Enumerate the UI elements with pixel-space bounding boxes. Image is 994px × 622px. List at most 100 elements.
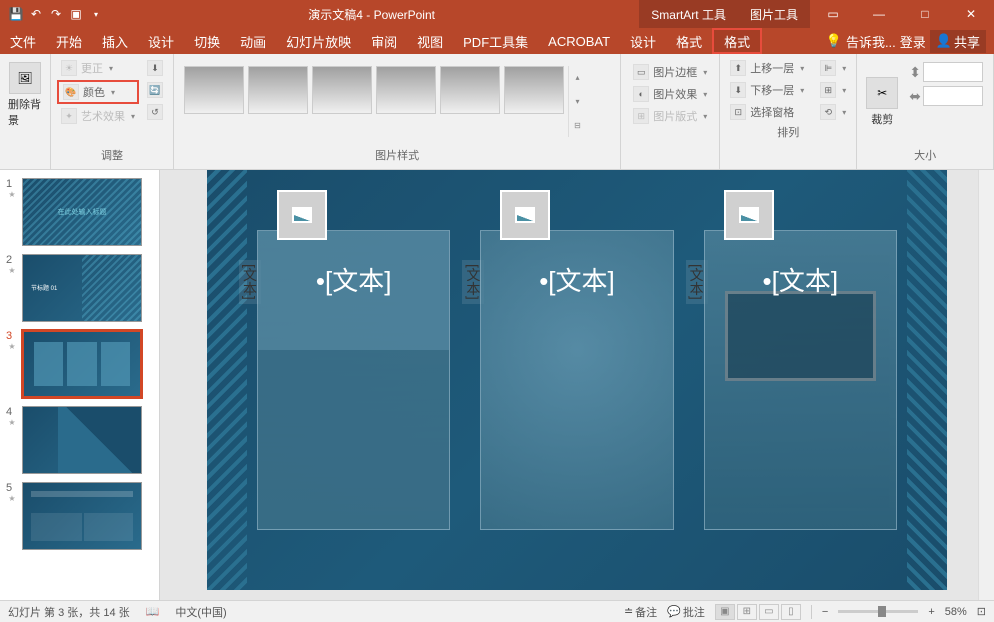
remove-background-button[interactable]: 🖼 删除背景 bbox=[6, 58, 44, 132]
menubar: 文件 开始 插入 设计 切换 动画 幻灯片放映 审阅 视图 PDF工具集 ACR… bbox=[0, 28, 994, 54]
spellcheck-icon[interactable]: 📖 bbox=[146, 605, 160, 618]
zoom-slider[interactable] bbox=[838, 610, 918, 613]
style-preview-6[interactable] bbox=[504, 66, 564, 114]
menu-acrobat[interactable]: ACROBAT bbox=[538, 28, 620, 54]
style-preview-3[interactable] bbox=[312, 66, 372, 114]
gallery-up-icon[interactable]: ▴ bbox=[571, 73, 584, 82]
style-preview-1[interactable] bbox=[184, 66, 244, 114]
chevron-down-icon: ▾ bbox=[131, 112, 135, 121]
minimize-icon[interactable]: — bbox=[856, 0, 902, 28]
normal-view-icon[interactable]: ▣ bbox=[715, 604, 735, 620]
align-icon: ⊫ bbox=[820, 60, 836, 76]
selection-pane-button[interactable]: ⊡ 选择窗格 bbox=[726, 102, 808, 122]
smartart-panel-3[interactable]: [文本] •[文本] bbox=[704, 210, 897, 530]
menu-slideshow[interactable]: 幻灯片放映 bbox=[276, 28, 361, 54]
picture-placeholder[interactable] bbox=[277, 190, 327, 240]
smartart-panel-2[interactable]: [文本] •[文本] bbox=[480, 210, 673, 530]
slide-thumb-1[interactable]: 在此处输入标题 bbox=[22, 178, 142, 246]
menu-picture-format[interactable]: 格式 bbox=[712, 28, 762, 54]
slide-sorter-view-icon[interactable]: ⊞ bbox=[737, 604, 757, 620]
undo-icon[interactable]: ↶ bbox=[28, 6, 44, 22]
bring-forward-button[interactable]: ⬆ 上移一层 ▾ bbox=[726, 58, 808, 78]
group-button[interactable]: ⊞▾ bbox=[816, 80, 850, 100]
share-button[interactable]: 👤 共享 bbox=[930, 30, 986, 53]
login-link[interactable]: 登录 bbox=[900, 32, 926, 51]
menu-pdftools[interactable]: PDF工具集 bbox=[453, 28, 538, 54]
smartart-tools-tab[interactable]: SmartArt 工具 bbox=[639, 0, 738, 28]
send-backward-button[interactable]: ⬇ 下移一层 ▾ bbox=[726, 80, 808, 100]
slide-thumb-4[interactable] bbox=[22, 406, 142, 474]
tell-me-input[interactable]: 告诉我... bbox=[846, 32, 896, 51]
width-input[interactable] bbox=[923, 86, 983, 106]
customize-qat-icon[interactable]: ▾ bbox=[88, 6, 104, 22]
picture-border-button[interactable]: ▭ 图片边框 ▾ bbox=[629, 62, 711, 82]
slideshow-view-icon[interactable]: ▯ bbox=[781, 604, 801, 620]
panel-text-placeholder[interactable]: •[文本] bbox=[258, 261, 449, 298]
menu-file[interactable]: 文件 bbox=[0, 28, 46, 54]
comments-button[interactable]: 💬 批注 bbox=[667, 604, 705, 620]
picture-effects-button[interactable]: ◐ 图片效果 ▾ bbox=[629, 84, 711, 104]
corrections-button[interactable]: ☀ 更正 ▾ bbox=[57, 58, 139, 78]
reading-view-icon[interactable]: ▭ bbox=[759, 604, 779, 620]
rotate-button[interactable]: ⟲▾ bbox=[816, 102, 850, 122]
crop-button[interactable]: ✂ 裁剪 bbox=[863, 58, 901, 145]
menu-view[interactable]: 视图 bbox=[407, 28, 453, 54]
change-picture-button[interactable]: 🔄 bbox=[143, 80, 167, 100]
slide-thumbnail-panel[interactable]: 1★ 在此处输入标题 2★ 节标题 01 3★ 4★ 5 bbox=[0, 170, 160, 600]
menu-transitions[interactable]: 切换 bbox=[184, 28, 230, 54]
smartart-panel-1[interactable]: [文本] •[文本] bbox=[257, 210, 450, 530]
menu-design[interactable]: 设计 bbox=[138, 28, 184, 54]
picture-layout-button[interactable]: ⊞ 图片版式 ▾ bbox=[629, 106, 711, 126]
zoom-out-icon[interactable]: − bbox=[822, 606, 828, 618]
smartart-container[interactable]: [文本] •[文本] [文本] •[文本] bbox=[257, 210, 897, 530]
language-indicator[interactable]: 中文(中国) bbox=[175, 604, 226, 620]
color-button[interactable]: 🎨 颜色 ▾ bbox=[57, 80, 139, 104]
style-preview-5[interactable] bbox=[440, 66, 500, 114]
slide-thumb-5[interactable] bbox=[22, 482, 142, 550]
height-input[interactable] bbox=[923, 62, 983, 82]
slide-thumb-2[interactable]: 节标题 01 bbox=[22, 254, 142, 322]
menu-smartart-format[interactable]: 格式 bbox=[666, 28, 712, 54]
vertical-scrollbar[interactable] bbox=[978, 170, 994, 600]
menu-insert[interactable]: 插入 bbox=[92, 28, 138, 54]
align-button[interactable]: ⊫▾ bbox=[816, 58, 850, 78]
slide-canvas[interactable]: [文本] •[文本] [文本] •[文本] bbox=[207, 170, 947, 590]
change-pic-icon: 🔄 bbox=[147, 82, 163, 98]
color-icon: 🎨 bbox=[63, 84, 79, 100]
picture-placeholder[interactable] bbox=[500, 190, 550, 240]
maximize-icon[interactable]: □ bbox=[902, 0, 948, 28]
gallery-more-icon[interactable]: ⊟ bbox=[571, 121, 584, 130]
style-preview-2[interactable] bbox=[248, 66, 308, 114]
notes-button[interactable]: ≐ 备注 bbox=[624, 604, 657, 620]
adjust-group-label: 调整 bbox=[57, 145, 167, 165]
panel-text-placeholder[interactable]: •[文本] bbox=[705, 261, 896, 298]
gallery-down-icon[interactable]: ▾ bbox=[571, 97, 584, 106]
menu-smartart-design[interactable]: 设计 bbox=[620, 28, 666, 54]
zoom-level[interactable]: 58% bbox=[945, 606, 967, 618]
save-icon[interactable]: 💾 bbox=[8, 6, 24, 22]
picture-styles-gallery[interactable]: ▴ ▾ ⊟ bbox=[180, 58, 588, 145]
reset-picture-button[interactable]: ↺ bbox=[143, 102, 167, 122]
chevron-down-icon: ▾ bbox=[703, 90, 707, 99]
close-icon[interactable]: ✕ bbox=[948, 0, 994, 28]
slide-thumb-3[interactable] bbox=[22, 330, 142, 398]
compress-pictures-button[interactable]: ⬇ bbox=[143, 58, 167, 78]
redo-icon[interactable]: ↷ bbox=[48, 6, 64, 22]
animation-indicator-icon: ★ bbox=[8, 342, 15, 351]
ribbon-display-options-icon[interactable]: ▭ bbox=[810, 0, 856, 28]
picture-tools-tab[interactable]: 图片工具 bbox=[738, 0, 810, 28]
animation-indicator-icon: ★ bbox=[8, 190, 15, 199]
zoom-in-icon[interactable]: + bbox=[928, 606, 934, 618]
start-from-beginning-icon[interactable]: ▣ bbox=[68, 6, 84, 22]
slide-canvas-area[interactable]: [文本] •[文本] [文本] •[文本] bbox=[160, 170, 994, 600]
menu-animations[interactable]: 动画 bbox=[230, 28, 276, 54]
slide-counter[interactable]: 幻灯片 第 3 张，共 14 张 bbox=[8, 604, 130, 620]
menu-home[interactable]: 开始 bbox=[46, 28, 92, 54]
slide-number: 5 bbox=[6, 482, 18, 494]
picture-placeholder[interactable] bbox=[724, 190, 774, 240]
artistic-effects-button[interactable]: ✦ 艺术效果 ▾ bbox=[57, 106, 139, 126]
style-preview-4[interactable] bbox=[376, 66, 436, 114]
menu-review[interactable]: 审阅 bbox=[361, 28, 407, 54]
panel-text-placeholder[interactable]: •[文本] bbox=[481, 261, 672, 298]
fit-to-window-icon[interactable]: ⊡ bbox=[977, 605, 986, 618]
